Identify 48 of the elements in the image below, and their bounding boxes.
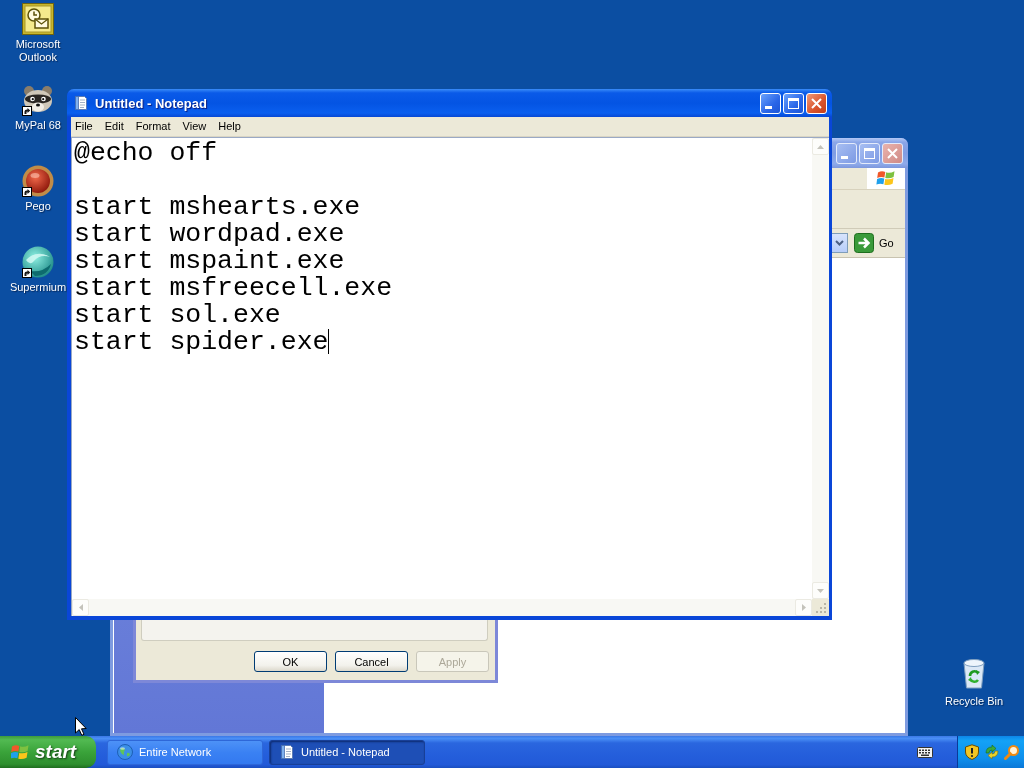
desktop-icon-label[interactable]: Microsoft Outlook: [2, 38, 74, 64]
left-arrow-icon: [78, 604, 83, 611]
window-title: Untitled - Notepad: [95, 95, 207, 111]
close-icon: [811, 97, 822, 109]
minimize-icon: [765, 105, 772, 109]
scroll-right-button[interactable]: [795, 599, 812, 616]
globe-icon: [117, 744, 133, 760]
dialog-button[interactable]: Cancel: [335, 651, 408, 672]
right-arrow-icon: [801, 604, 806, 611]
flag-icon: [11, 743, 29, 761]
clock-envelope-icon[interactable]: [22, 3, 54, 35]
desktop-icon-label[interactable]: Pego: [25, 200, 51, 213]
scroll-down-button[interactable]: [812, 582, 829, 599]
menu-item[interactable]: File: [71, 118, 99, 135]
menu-item[interactable]: View: [176, 118, 213, 135]
taskbar-button[interactable]: Entire Network: [107, 739, 263, 765]
menu-item[interactable]: Help: [212, 118, 247, 135]
text-editor[interactable]: @echo off start mshearts.exe start wordpad.exe start mspaint.exe start msfreecell.exe start sol.exe start spider.exe: [71, 137, 829, 616]
size-grip-icon[interactable]: [812, 599, 829, 616]
dialog-button[interactable]: OK: [254, 651, 327, 672]
minimize-button[interactable]: [836, 142, 857, 164]
search-icon[interactable]: [1004, 744, 1020, 760]
desktop-icon-label[interactable]: Supermium: [9, 281, 67, 294]
desktop-icon-label[interactable]: MyPal 68: [15, 119, 61, 132]
maximize-button[interactable]: [859, 142, 880, 164]
vertical-scrollbar[interactable]: [812, 138, 829, 599]
desktop-icon-label[interactable]: Recycle Bin: [944, 695, 1004, 708]
maximize-icon: [788, 97, 799, 109]
mouse-pointer-icon: [75, 717, 87, 736]
editor-text: @echo off start mshearts.exe start wordpad.exe start mspaint.exe start msfreecell.exe start sol.exe start spider.exe: [74, 138, 393, 357]
notepad-icon: [73, 95, 89, 111]
keyboard-icon[interactable]: [917, 746, 933, 758]
taskbar-button[interactable]: Untitled - Notepad: [269, 739, 425, 765]
menu-item[interactable]: Edit: [98, 118, 130, 135]
notepad-icon: [279, 744, 295, 760]
up-arrow-icon: [817, 144, 824, 149]
down-arrow-icon: [817, 588, 824, 593]
maximize-icon: [864, 147, 875, 159]
shield-icon[interactable]: [964, 744, 980, 760]
horizontal-scrollbar[interactable]: [72, 599, 812, 616]
scroll-up-button[interactable]: [812, 138, 829, 155]
minimize-icon: [841, 155, 848, 159]
menu-item[interactable]: Format: [129, 118, 177, 135]
scroll-left-button[interactable]: [72, 599, 89, 616]
go-button[interactable]: Go: [853, 232, 900, 254]
chevron-down-icon: [835, 240, 844, 246]
close-button[interactable]: [882, 142, 903, 164]
close-icon: [887, 147, 898, 159]
